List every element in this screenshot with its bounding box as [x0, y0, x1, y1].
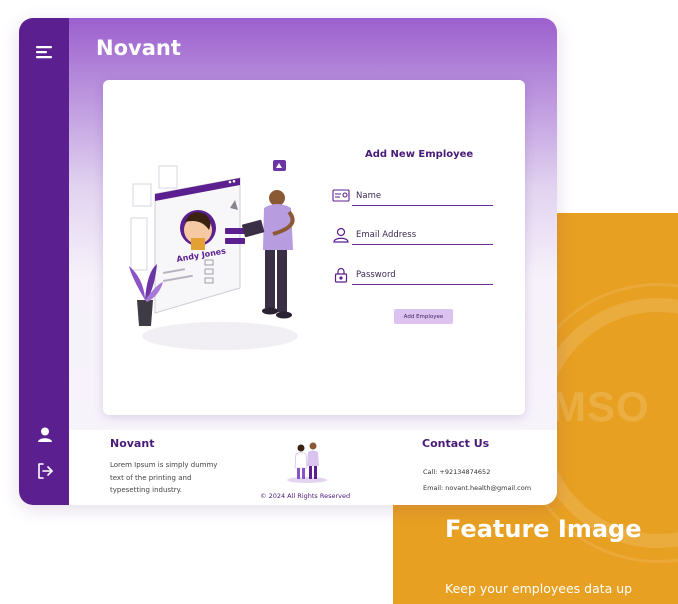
feature-title: Feature Image [445, 515, 642, 543]
main-area: Novant Andy Jones Add New Employee Name … [69, 18, 557, 505]
sidebar [19, 18, 69, 505]
footer-brand: Novant [110, 437, 155, 450]
user-outline-icon [332, 227, 350, 243]
email-input[interactable] [352, 225, 493, 245]
contact-title: Contact Us [422, 437, 490, 450]
footer: Novant Lorem Ipsum is simply dummy text … [69, 430, 557, 505]
menu-icon[interactable] [35, 42, 55, 62]
team-illustration [287, 442, 327, 483]
lock-icon [332, 267, 350, 283]
feature-text: Keep your employees data up [445, 581, 633, 596]
contact-phone[interactable]: Call: +92134874652 [423, 468, 490, 476]
profile-panel: Andy Jones [154, 177, 245, 314]
feature-watermark: MSO [551, 383, 650, 430]
copyright-text: © 2024 All Rights Reserved [260, 492, 351, 500]
password-field [332, 265, 494, 287]
email-field [332, 225, 494, 247]
add-employee-button[interactable]: Add Employee [394, 309, 453, 324]
brand-title: Novant [96, 36, 181, 60]
id-card-icon [332, 188, 350, 204]
add-employee-card: Andy Jones Add New Employee Name Email A… [103, 80, 525, 415]
employee-illustration: Andy Jones [129, 160, 298, 350]
logout-icon[interactable] [35, 461, 55, 481]
name-input[interactable] [352, 186, 493, 206]
app-window: Novant Andy Jones Add New Employee Name … [19, 18, 557, 505]
form-title: Add New Employee [365, 149, 474, 160]
user-icon[interactable] [35, 425, 55, 445]
contact-email[interactable]: Email: novant.health@gmail.com [423, 484, 531, 492]
name-field [332, 186, 494, 208]
person-illustration [242, 160, 295, 319]
footer-description: Lorem Ipsum is simply dummy text of the … [110, 461, 218, 494]
password-input[interactable] [352, 265, 493, 285]
